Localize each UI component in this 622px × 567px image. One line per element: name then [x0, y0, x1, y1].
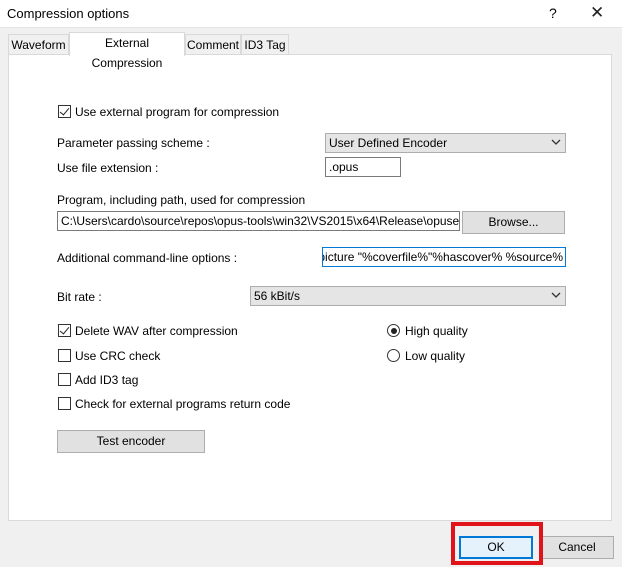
bitrate-select[interactable]: 56 kBit/s — [250, 286, 566, 306]
tab-waveform[interactable]: Waveform — [8, 34, 69, 55]
cmdline-input[interactable]: er%--picture "%coverfile%"%hascover% %so… — [322, 247, 566, 267]
ok-highlight-box — [451, 522, 543, 565]
test-encoder-button[interactable]: Test encoder — [57, 430, 205, 453]
program-path-label: Program, including path, used for compre… — [57, 193, 306, 207]
title-bar: Compression options ? ✕ — [0, 0, 622, 28]
param-scheme-label: Parameter passing scheme : — [57, 136, 210, 150]
tab-id3-tag[interactable]: ID3 Tag — [241, 34, 289, 55]
bitrate-value: 56 kBit/s — [254, 289, 301, 303]
browse-button[interactable]: Browse... — [462, 211, 565, 234]
help-icon[interactable]: ? — [549, 5, 557, 21]
crc-checkbox[interactable] — [58, 349, 71, 362]
return-code-checkbox[interactable] — [58, 397, 71, 410]
delete-wav-label: Delete WAV after compression — [75, 324, 238, 338]
use-external-label: Use external program for compression — [75, 105, 280, 119]
cmdline-label: Additional command-line options : — [57, 251, 238, 265]
program-path-value: C:\Users\cardo\source\repos\opus-tools\w… — [61, 214, 460, 228]
close-icon[interactable]: ✕ — [590, 3, 604, 23]
high-quality-label: High quality — [405, 324, 468, 338]
tab-comment[interactable]: Comment — [185, 34, 241, 55]
use-external-checkbox[interactable] — [58, 105, 71, 118]
low-quality-radio[interactable] — [387, 349, 400, 362]
param-scheme-select[interactable]: User Defined Encoder — [325, 133, 566, 153]
high-quality-radio[interactable] — [387, 324, 400, 337]
window-title: Compression options — [7, 6, 130, 21]
cancel-button[interactable]: Cancel — [540, 536, 614, 559]
chevron-down-icon — [551, 139, 561, 145]
tab-external-compression[interactable]: External Compression — [69, 32, 185, 70]
chevron-down-icon — [551, 292, 561, 298]
program-path-input[interactable]: C:\Users\cardo\source\repos\opus-tools\w… — [57, 211, 460, 231]
delete-wav-checkbox[interactable] — [58, 324, 71, 337]
bitrate-label: Bit rate : — [57, 290, 102, 304]
crc-label: Use CRC check — [75, 349, 161, 363]
cmdline-value: er%--picture "%coverfile%"%hascover% %so… — [323, 250, 563, 264]
id3-label: Add ID3 tag — [75, 373, 139, 387]
file-ext-input[interactable]: .opus — [325, 157, 401, 177]
param-scheme-value: User Defined Encoder — [329, 136, 448, 150]
file-ext-value: .opus — [329, 160, 359, 174]
low-quality-label: Low quality — [405, 349, 466, 363]
file-ext-label: Use file extension : — [57, 161, 159, 175]
return-code-label: Check for external programs return code — [75, 397, 291, 411]
id3-checkbox[interactable] — [58, 373, 71, 386]
